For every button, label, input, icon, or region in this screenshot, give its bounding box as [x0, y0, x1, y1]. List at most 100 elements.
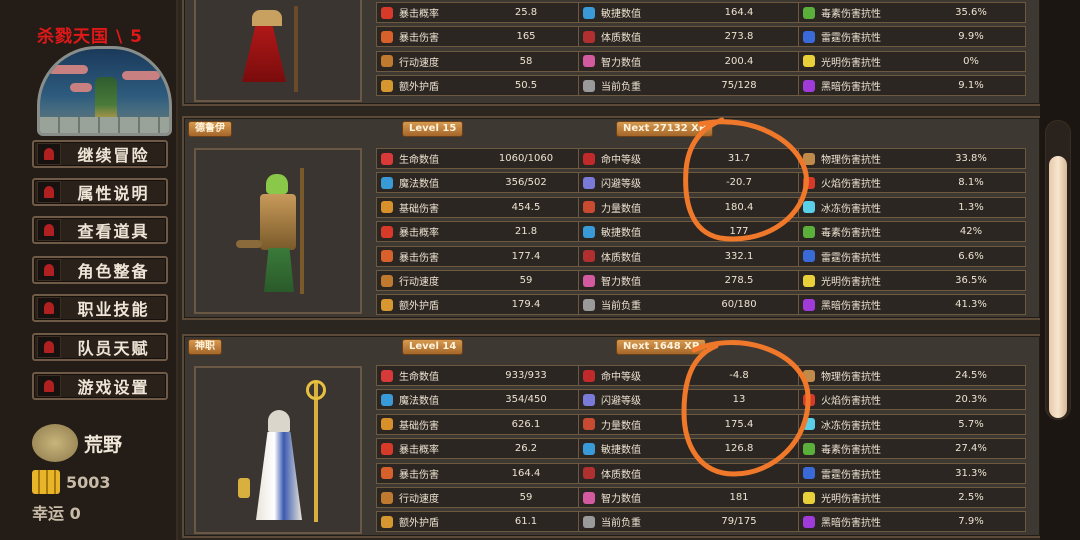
weight-icon — [583, 79, 595, 92]
stat-value: 179.4 — [511, 299, 541, 311]
stat-row: 毒素伤害抗性 42% — [798, 221, 1026, 243]
menu-icon — [37, 219, 61, 241]
stat-value: 177.4 — [511, 250, 541, 262]
stat-name: 生命数值 — [399, 155, 439, 166]
sprite-part — [266, 174, 288, 194]
stat-row: 行动速度 59 — [376, 487, 582, 508]
sprite-part — [314, 382, 318, 522]
stat-row: 当前负重 79/175 — [578, 511, 806, 533]
stat-row: 暴击伤害 164.4 — [376, 462, 582, 484]
party-portrait — [37, 46, 172, 136]
stat-value: 13 — [732, 394, 746, 406]
stat-name: 暴击伤害 — [399, 252, 439, 264]
realm-indicator: 荒野 — [32, 424, 122, 462]
menu-label: 队员天赋 — [77, 339, 150, 358]
stat-row: 智力数值 181 — [578, 487, 806, 508]
stat-row: 体质数值 332.1 — [578, 245, 806, 267]
stat-name: 智力数值 — [601, 277, 641, 288]
weight-icon — [583, 298, 595, 311]
stat-row: 火焰伤害抗性 20.3% — [798, 389, 1026, 411]
stat-row: 生命数值 1060/1060 — [376, 148, 582, 169]
scrollbar-thumb[interactable] — [1049, 156, 1067, 418]
stat-row: 生命数值 933/933 — [376, 365, 582, 386]
menu-attribute-info[interactable]: 属性说明 — [32, 178, 168, 206]
boot-icon — [381, 491, 393, 504]
stat-row: 基础伤害 626.1 — [376, 413, 582, 435]
stat-name: 毒素伤害抗性 — [821, 445, 881, 457]
gold-amount: 5003 — [66, 472, 111, 492]
stat-value: -20.7 — [726, 177, 752, 189]
stat-row: 体质数值 — [578, 462, 806, 484]
gold-coins-icon — [32, 470, 60, 494]
shield-icon — [381, 298, 393, 311]
stat-row: 雷霆伤害抗性 31.3% — [798, 462, 1026, 484]
next-xp-badge: Next 1648 XP — [616, 339, 707, 355]
stat-name: 敏捷数值 — [601, 228, 641, 240]
stat-name: 生命数值 — [399, 372, 439, 383]
stat-name: 当前负重 — [601, 82, 641, 94]
stat-value: 42% — [959, 226, 983, 238]
card-header: 德鲁伊 Level 15 Next 27132 XP — [184, 118, 1040, 140]
game-title: 杀戮天国 \ 5 — [37, 27, 143, 47]
stat-row: 当前负重 75/128 — [578, 75, 806, 97]
brain-icon — [583, 55, 595, 68]
stat-row: 命中等级 31.7 — [578, 148, 806, 169]
fist-icon — [583, 201, 595, 214]
stat-value: 21.8 — [514, 226, 538, 238]
stat-value: 273.8 — [724, 31, 754, 43]
poison-icon — [803, 6, 815, 19]
stat-name: 行动速度 — [399, 57, 439, 69]
stat-name: 敏捷数值 — [601, 445, 641, 457]
stat-value: 60/180 — [721, 299, 757, 311]
light-icon — [803, 274, 815, 287]
stat-row: 魔法数值 356/502 — [376, 172, 582, 194]
sword-icon — [381, 201, 393, 214]
menu-character-setup[interactable]: 角色整备 — [32, 256, 168, 284]
brain-icon — [583, 491, 595, 504]
stat-value: 126.8 — [724, 443, 754, 455]
stat-row: 雷霆伤害抗性 9.9% — [798, 26, 1026, 48]
stat-row: 力量数值 175.4 — [578, 413, 806, 435]
stat-value: 164.4 — [724, 7, 754, 18]
stat-name: 毒素伤害抗性 — [821, 228, 881, 240]
stat-row: 额外护盾 61.1 — [376, 511, 582, 533]
burst-icon — [381, 467, 393, 480]
poison-icon — [803, 225, 815, 238]
fist-icon — [583, 418, 595, 431]
shield-icon — [381, 515, 393, 528]
menu-game-settings[interactable]: 游戏设置 — [32, 372, 168, 400]
body-icon — [583, 467, 595, 480]
menu-member-talents[interactable]: 队员天赋 — [32, 333, 168, 361]
stat-name: 黑暗伤害抗性 — [821, 518, 881, 530]
fire-icon — [803, 393, 815, 406]
side-menu: 杀戮天国 \ 5 继续冒险 属性说明 查看道具 角色整备 职业技能 队员天赋 游… — [0, 0, 178, 540]
stat-name: 冰冻伤害抗性 — [821, 203, 881, 215]
stat-row: 光明伤害抗性 36.5% — [798, 270, 1026, 291]
stat-row: 暴击概率 25.8 — [376, 2, 582, 23]
dodge-icon — [583, 393, 595, 406]
dodge-icon — [583, 176, 595, 189]
stat-row: 暴击伤害 177.4 — [376, 245, 582, 267]
sprite-part — [238, 478, 250, 498]
menu-class-skills[interactable]: 职业技能 — [32, 294, 168, 322]
stat-name: 敏捷数值 — [601, 9, 641, 20]
menu-icon — [37, 375, 61, 397]
stat-value: 356/502 — [505, 177, 547, 189]
stat-value: 175.4 — [724, 418, 754, 430]
menu-label: 职业技能 — [77, 300, 150, 319]
cloud-decoration — [70, 83, 92, 92]
cloud-decoration — [48, 65, 88, 74]
stat-name: 体质数值 — [601, 469, 641, 481]
sprite-part — [300, 168, 304, 294]
menu-icon — [37, 336, 61, 358]
stat-value: 20.3% — [955, 394, 987, 406]
heart-icon — [381, 152, 393, 165]
menu-icon — [37, 297, 61, 319]
stat-name: 暴击概率 — [399, 228, 439, 240]
stat-value: 75/128 — [721, 80, 757, 92]
light-icon — [803, 491, 815, 504]
sprite-part — [306, 380, 326, 400]
thunder-icon — [803, 30, 815, 43]
menu-view-items[interactable]: 查看道具 — [32, 216, 168, 244]
menu-continue-adventure[interactable]: 继续冒险 — [32, 140, 168, 168]
